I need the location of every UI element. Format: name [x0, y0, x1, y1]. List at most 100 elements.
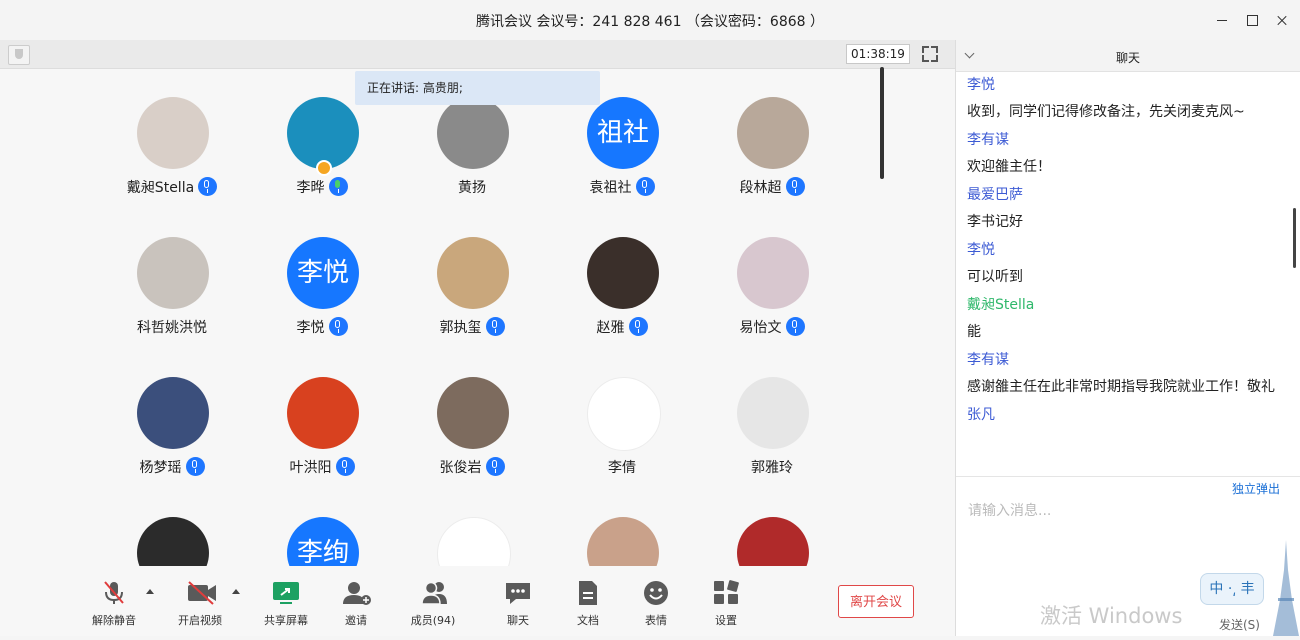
- title-bar: 腾讯会议 会议号：241 828 461 （会议密码：6868 ）: [0, 0, 1300, 40]
- participant-name: 李倩: [608, 460, 636, 476]
- participant-name: 张俊岩: [439, 460, 482, 476]
- chat-text: 能: [967, 324, 981, 340]
- avatar: [437, 517, 511, 566]
- participant-tile[interactable]: 李悦 李悦: [247, 237, 397, 367]
- windows-activation-watermark: 激活 Windows: [1040, 604, 1183, 628]
- ime-indicator[interactable]: 中 ·͵ 丰: [1200, 573, 1264, 605]
- share-screen-label: 共享屏幕: [264, 614, 308, 627]
- chat-message: 李悦 可以听到: [956, 236, 1286, 291]
- chat-scrollbar[interactable]: [1293, 208, 1296, 268]
- chat-icon: [504, 580, 532, 606]
- participant-tile[interactable]: 黄扬: [397, 97, 547, 227]
- participant-name: 易怡文: [739, 320, 782, 336]
- settings-grid-icon: [712, 580, 740, 606]
- participant-name-row: 段林超: [697, 177, 847, 197]
- chat-sender[interactable]: 李有谋: [967, 126, 1275, 154]
- chat-sender[interactable]: 戴昶Stella: [967, 291, 1275, 319]
- participant-tile[interactable]: [97, 517, 247, 566]
- participant-tile[interactable]: 杨梦瑶: [97, 377, 247, 507]
- participant-tile[interactable]: [397, 517, 547, 566]
- participant-name-row: 袁祖社: [547, 177, 697, 197]
- video-off-icon: [186, 580, 216, 606]
- participant-tile[interactable]: 段林超: [697, 97, 847, 227]
- participant-tile[interactable]: 郭雅玲: [697, 377, 847, 507]
- participant-tile[interactable]: [697, 517, 847, 566]
- participant-tile[interactable]: 赵雅: [547, 237, 697, 367]
- reactions-button[interactable]: 表情: [626, 580, 686, 628]
- participant-name-row: 郭执玺: [397, 317, 547, 337]
- share-screen-button[interactable]: 共享屏幕: [256, 580, 316, 628]
- participant-tile[interactable]: 戴昶Stella: [97, 97, 247, 227]
- participant-name-row: 叶洪阳: [247, 457, 397, 477]
- avatar: [137, 97, 209, 169]
- participant-name: 郭执玺: [439, 320, 482, 336]
- participant-grid: 戴昶Stella 李晔黄扬 祖社 袁祖社 段林超科哲姚洪悦 李悦 李悦郭执玺 赵雅 易怡文杨梦瑶…: [0, 40, 880, 566]
- members-button[interactable]: 成员(94): [403, 580, 463, 628]
- chat-text: 收到，同学们记得修改备注，先关闭麦克风~: [967, 104, 1245, 120]
- grid-scrollbar[interactable]: [880, 67, 884, 179]
- chat-sender[interactable]: 李悦: [967, 236, 1275, 264]
- chat-text: 欢迎雒主任！: [967, 159, 1051, 175]
- video-area: 01:38:19 戴昶Stella 李晔 黄扬 祖社 袁祖社 段林超 科哲姚洪悦 李悦 李悦 郭执…: [0, 40, 956, 636]
- participant-tile[interactable]: 郭执玺: [397, 237, 547, 367]
- chat-sender[interactable]: 李有谋: [967, 346, 1275, 374]
- participant-tile[interactable]: [547, 517, 697, 566]
- share-screen-icon: [272, 580, 300, 606]
- chat-message: 张凡: [956, 401, 1286, 429]
- participant-tile[interactable]: 李绚: [247, 517, 397, 566]
- participant-name: 李悦: [296, 320, 325, 336]
- unmute-button[interactable]: 解除静音: [84, 580, 144, 628]
- avatar: [587, 517, 659, 566]
- avatar: [737, 97, 809, 169]
- chat-sender[interactable]: 最爱巴萨: [967, 181, 1275, 209]
- microphone-icon: [628, 317, 648, 336]
- avatar: [287, 97, 359, 169]
- participant-tile[interactable]: 张俊岩: [397, 377, 547, 507]
- minimize-icon[interactable]: [1212, 10, 1232, 30]
- tower-decoration-icon: [1272, 540, 1300, 640]
- participant-name: 袁祖社: [589, 180, 632, 196]
- leave-meeting-button[interactable]: 离开会议: [838, 585, 914, 618]
- add-user-icon: [342, 580, 371, 606]
- maximize-icon[interactable]: [1242, 10, 1262, 30]
- chat-input[interactable]: [966, 500, 1290, 522]
- send-button[interactable]: 发送(S): [1219, 616, 1260, 633]
- avatar: [287, 377, 359, 449]
- start-video-button[interactable]: 开启视频: [170, 580, 230, 628]
- participant-name: 郭雅玲: [751, 460, 793, 476]
- participant-tile[interactable]: 祖社 袁祖社: [547, 97, 697, 227]
- participant-name-row: 李倩: [547, 457, 697, 477]
- settings-button[interactable]: 设置: [696, 580, 756, 628]
- participant-tile[interactable]: 科哲姚洪悦: [97, 237, 247, 367]
- docs-button[interactable]: 文档: [558, 580, 618, 628]
- close-icon[interactable]: [1272, 10, 1292, 30]
- reactions-label: 表情: [645, 614, 667, 627]
- avatar: [587, 237, 659, 309]
- participant-tile[interactable]: 李倩: [547, 377, 697, 507]
- mic-muted-icon: [100, 580, 128, 606]
- chat-message: 李有谋欢迎雒主任！: [956, 126, 1286, 181]
- chat-messages: 李悦 收到，同学们记得修改备注，先关闭麦克风~ 李有谋 欢迎雒主任！ 最爱巴萨 李书记好李…: [956, 71, 1286, 476]
- fullscreen-icon[interactable]: [920, 44, 940, 64]
- participant-name-row: 赵雅: [547, 317, 697, 337]
- chat-header: 聊天: [956, 40, 1300, 72]
- participant-tile[interactable]: 叶洪阳: [247, 377, 397, 507]
- avatar: [137, 377, 209, 449]
- microphone-icon: [485, 317, 505, 336]
- avatar: [737, 377, 809, 449]
- video-menu-caret-icon[interactable]: [232, 589, 240, 594]
- participant-tile[interactable]: 李晔: [247, 97, 397, 227]
- avatar: 李绚: [287, 517, 359, 566]
- members-label: 成员(94): [410, 614, 456, 627]
- chat-button[interactable]: 聊天: [488, 580, 548, 628]
- chat-sender[interactable]: 李悦: [967, 71, 1275, 99]
- start-video-label: 开启视频: [178, 614, 222, 627]
- audio-menu-caret-icon[interactable]: [146, 589, 154, 594]
- invite-button[interactable]: 邀请: [326, 580, 386, 628]
- participant-name: 黄扬: [458, 180, 486, 196]
- chat-title: 聊天: [1115, 51, 1140, 65]
- members-icon: [419, 580, 447, 606]
- popout-link[interactable]: 独立弹出: [1232, 480, 1280, 497]
- chat-sender[interactable]: 张凡: [967, 401, 1275, 429]
- participant-tile[interactable]: 易怡文: [697, 237, 847, 367]
